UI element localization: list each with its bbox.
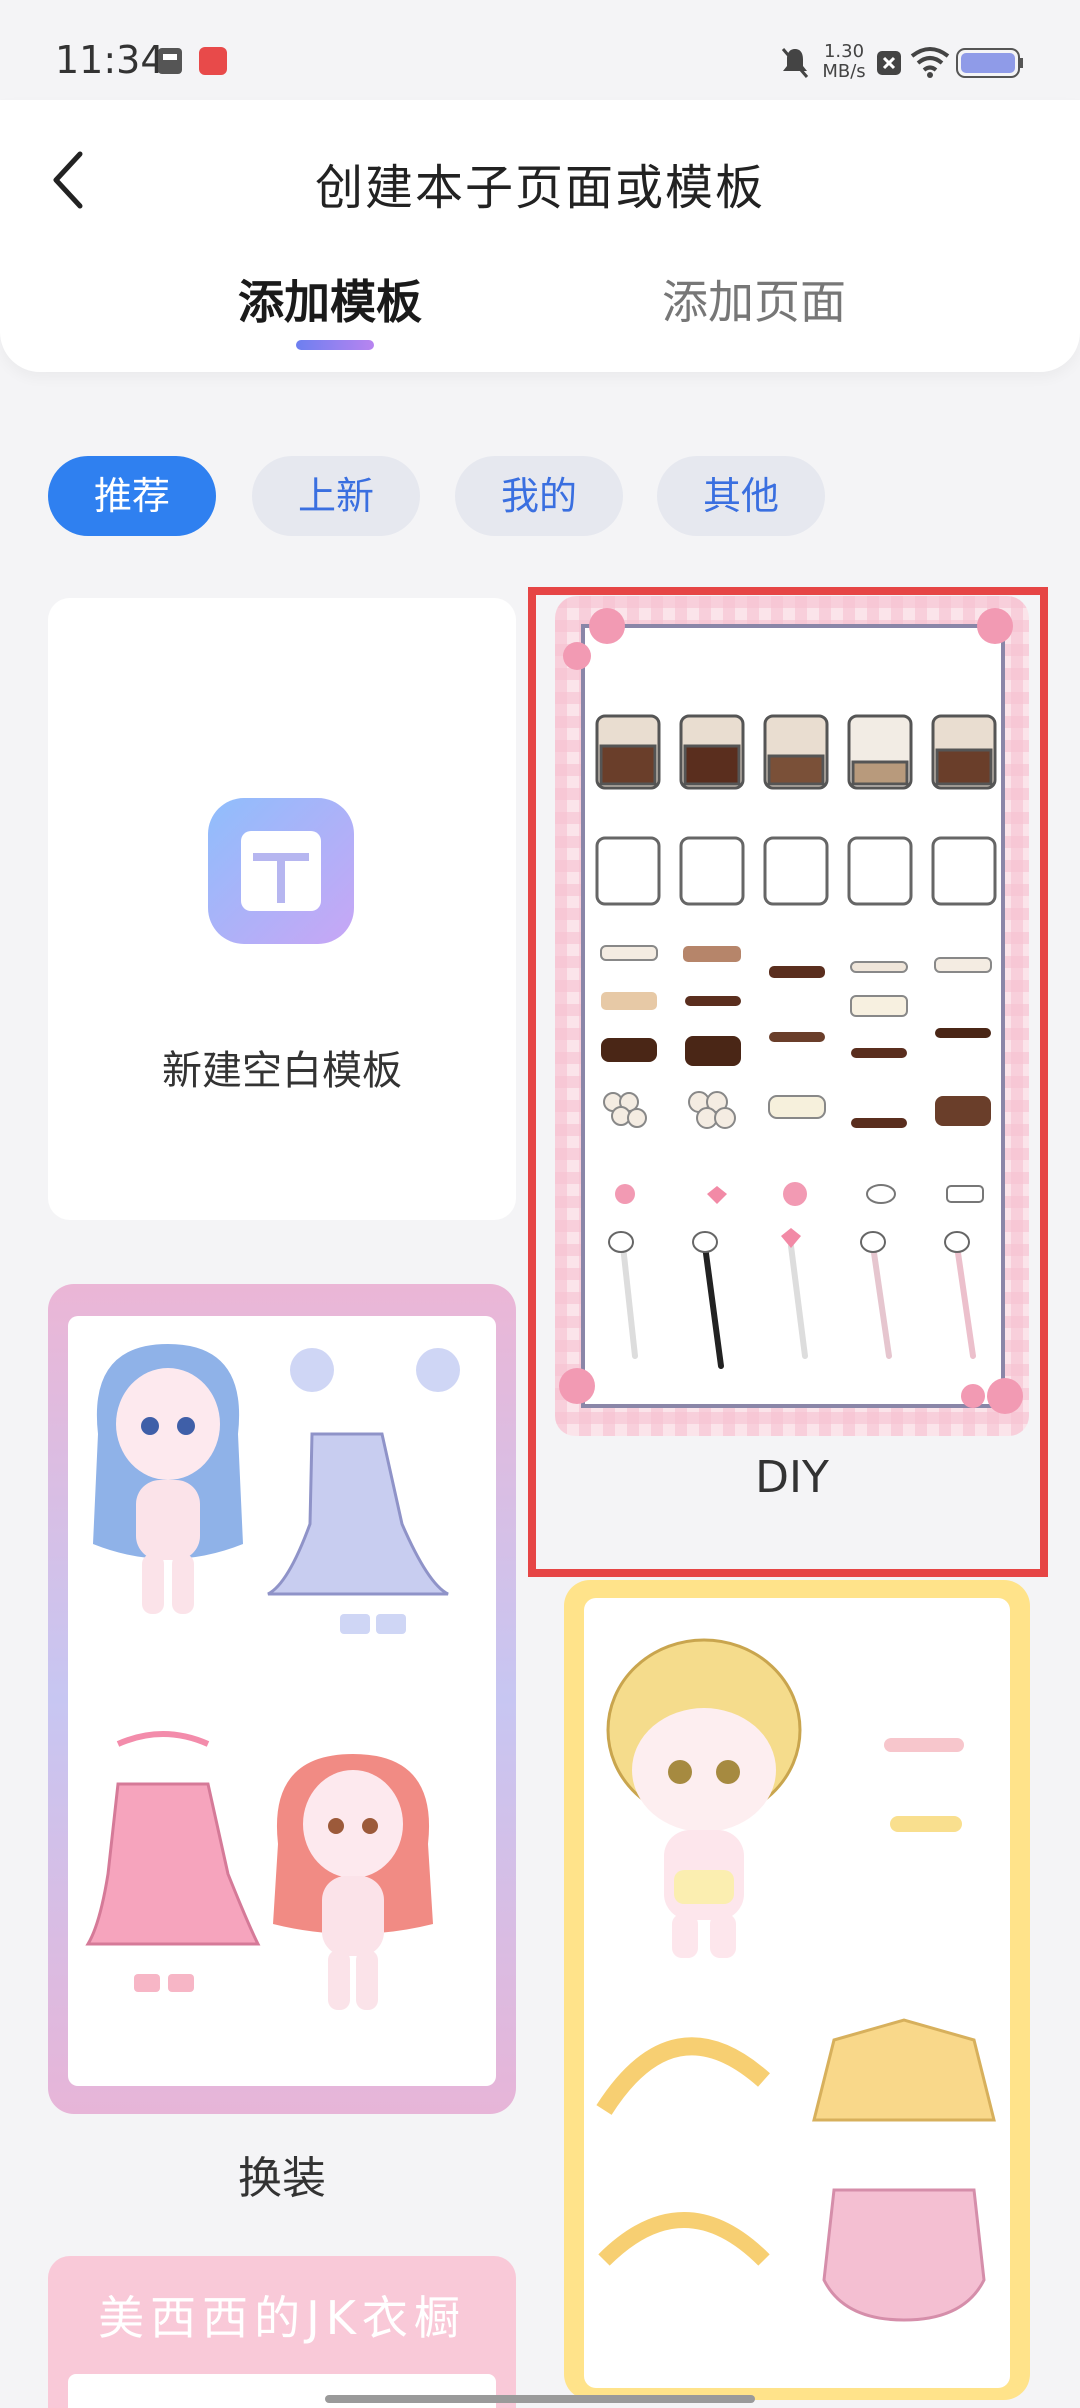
home-indicator <box>325 2395 755 2403</box>
battery-icon <box>956 48 1023 78</box>
filter-new[interactable]: 上新 <box>252 456 420 536</box>
template-card-jk-closet[interactable]: 美西西的JK衣橱 <box>48 2256 516 2408</box>
dress-up-preview-image <box>68 1316 496 2086</box>
page-title: 创建本子页面或模板 <box>314 160 765 216</box>
app-notification-icon <box>199 47 227 75</box>
speed-value: 1.30 <box>823 41 865 62</box>
status-time: 11:34 <box>55 38 165 82</box>
template-card-dress-up[interactable] <box>48 1284 516 2114</box>
selection-highlight <box>528 587 1048 1577</box>
close-box-icon <box>877 51 901 75</box>
mute-icon <box>781 48 809 78</box>
speed-unit: MB/s <box>822 61 866 82</box>
tab-indicator <box>296 340 374 350</box>
yellow-doll-preview-image <box>584 1598 1010 2388</box>
blank-template-icon <box>208 798 354 944</box>
new-blank-template-label: 新建空白模板 <box>162 1048 402 1094</box>
template-card-yellow-doll[interactable] <box>564 1580 1030 2400</box>
sim-icon <box>158 48 182 74</box>
new-blank-template-card[interactable]: 新建空白模板 <box>48 598 516 1220</box>
header-card: 创建本子页面或模板 添加模板 添加页面 <box>0 100 1080 372</box>
filter-recommended[interactable]: 推荐 <box>48 456 216 536</box>
network-speed: 1.30 MB/s <box>822 42 866 82</box>
wifi-icon <box>910 47 950 78</box>
tab-add-template[interactable]: 添加模板 <box>238 266 422 332</box>
filter-mine[interactable]: 我的 <box>455 456 623 536</box>
template-label-dress-up: 换装 <box>238 2153 326 2204</box>
filter-other[interactable]: 其他 <box>657 456 825 536</box>
jk-closet-title: 美西西的JK衣橱 <box>98 2291 466 2345</box>
tab-add-page[interactable]: 添加页面 <box>662 266 846 332</box>
